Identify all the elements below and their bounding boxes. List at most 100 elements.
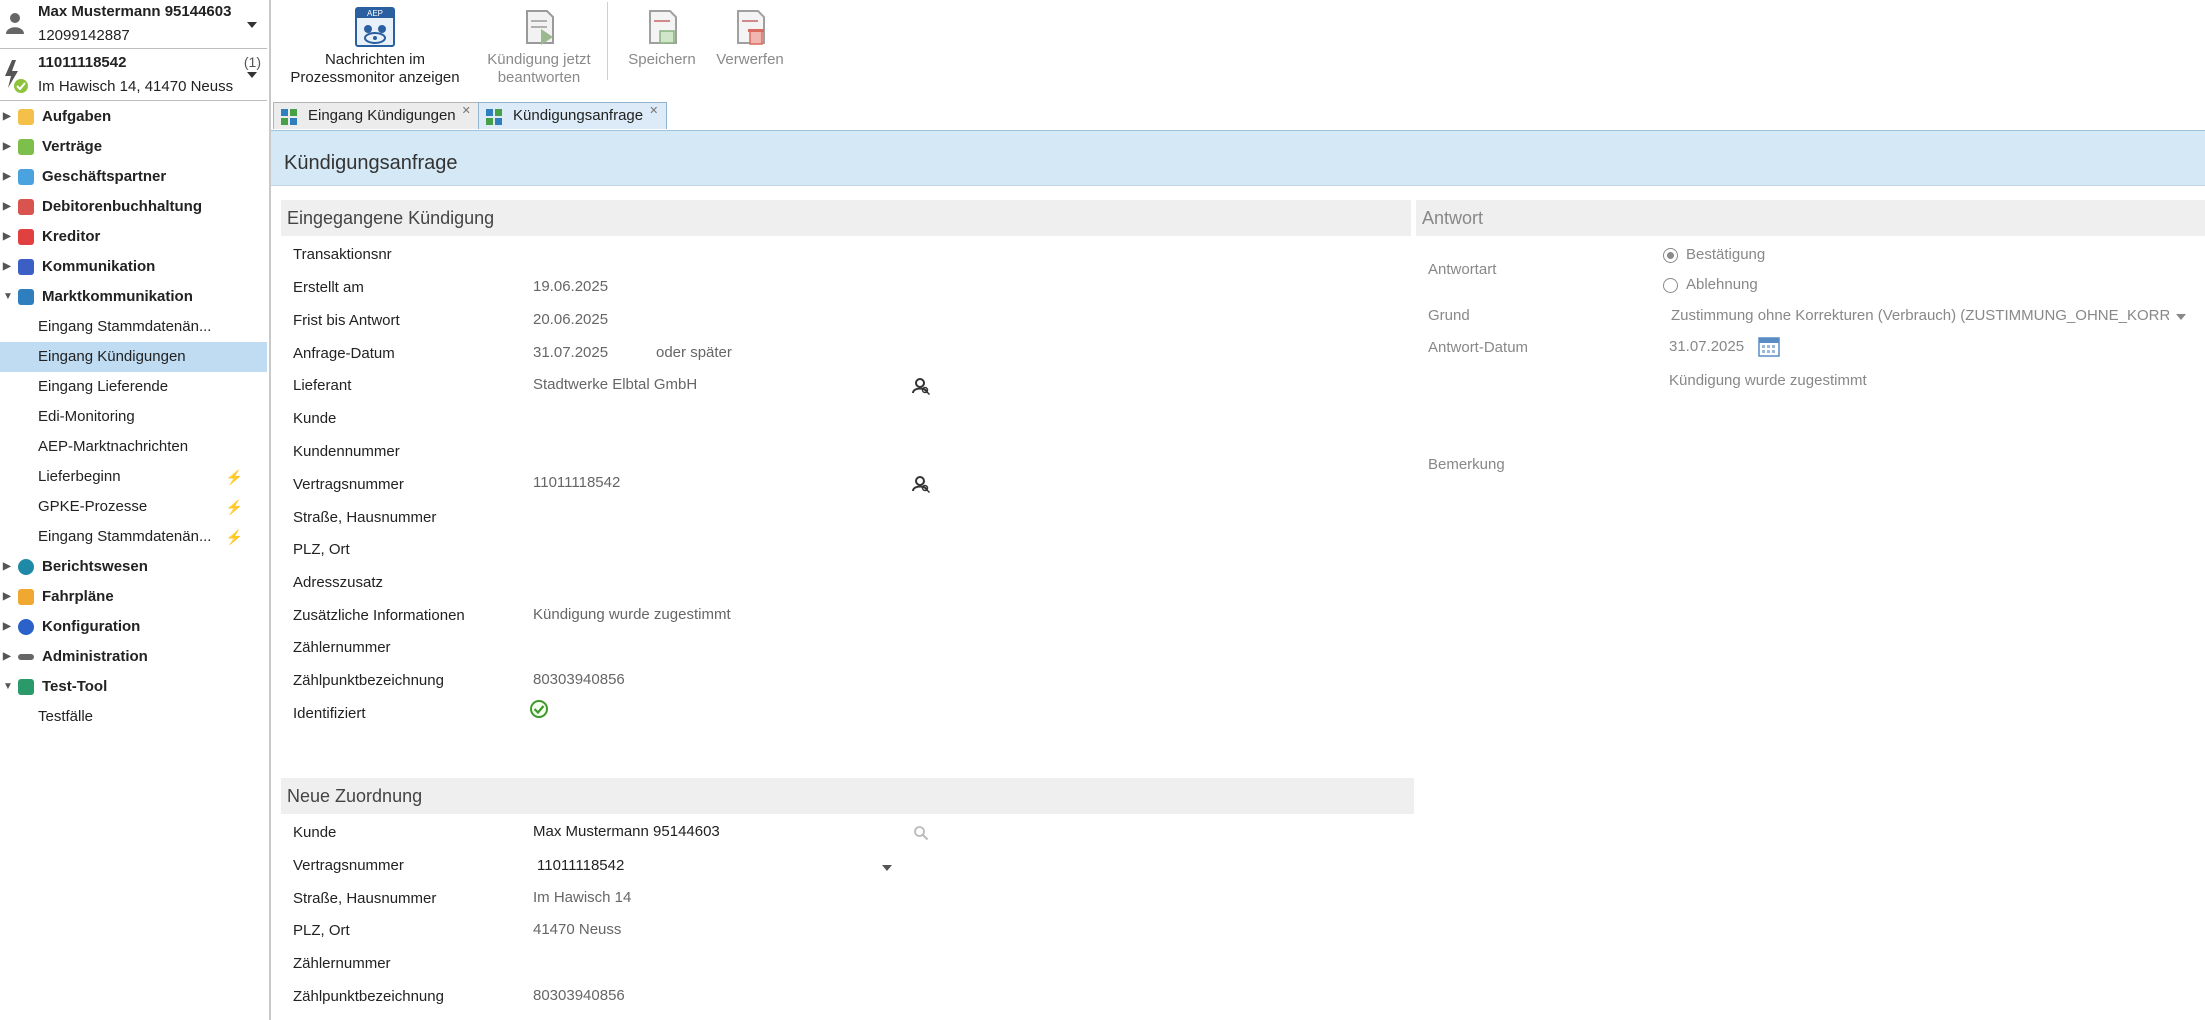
tab-kuendigungsanfrage[interactable]: Kündigungsanfrage ✕ — [478, 102, 668, 129]
label-zaehlpunktbezeichnung: Zählpunktbezeichnung — [293, 672, 444, 689]
nav-fahrplaene[interactable]: ▶ Fahrpläne — [0, 582, 267, 612]
nav-label: Debitorenbuchhaltung — [42, 198, 202, 215]
user-id: 12099142887 — [38, 27, 130, 44]
label-vertragsnummer: Vertragsnummer — [293, 476, 404, 493]
nav-vertraege[interactable]: ▶ Verträge — [0, 132, 267, 162]
label-antwortart: Antwortart — [1428, 261, 1497, 278]
nav-kreditor[interactable]: ▶ Kreditor — [0, 222, 267, 252]
answer-label-line1: Kündigung jetzt — [487, 51, 591, 68]
nav-label: Marktkommunikation — [42, 288, 193, 305]
nav-eingang-stammdaten-2[interactable]: Eingang Stammdatenän... ⚡ — [0, 522, 267, 552]
collapse-arrow-icon[interactable]: ▼ — [3, 282, 13, 312]
discard-button[interactable]: Verwerfen — [705, 0, 795, 98]
nav-label: Eingang Lieferende — [38, 378, 169, 395]
nav-edi-monitoring[interactable]: Edi-Monitoring — [0, 402, 267, 432]
save-document-icon — [642, 7, 682, 47]
market-communication-icon — [18, 289, 34, 305]
nav-eingang-lieferende[interactable]: Eingang Lieferende — [0, 372, 267, 402]
label-kunde: Kunde — [293, 410, 337, 427]
expand-arrow-icon[interactable]: ▶ — [3, 552, 11, 582]
expand-arrow-icon[interactable]: ▶ — [3, 102, 11, 132]
label-ablehnung[interactable]: Ablehnung — [1686, 276, 1758, 293]
section-answer-title: Antwort — [1416, 200, 2205, 236]
creditor-icon — [18, 229, 34, 245]
label-plz-ort: PLZ, Ort — [293, 541, 350, 558]
label-assign-plz-ort: PLZ, Ort — [293, 922, 350, 939]
nav-eingang-stammdaten[interactable]: Eingang Stammdatenän... — [0, 312, 267, 342]
check-circle-icon — [530, 700, 548, 718]
chevron-down-icon[interactable] — [882, 865, 892, 871]
nav-konfiguration[interactable]: ▶ Konfiguration — [0, 612, 267, 642]
expand-arrow-icon[interactable]: ▶ — [3, 192, 11, 222]
label-assign-strasse: Straße, Hausnummer — [293, 890, 437, 907]
collapse-arrow-icon[interactable]: ▼ — [3, 672, 13, 702]
value-assign-kunde[interactable]: Max Mustermann 95144603 — [533, 823, 720, 840]
accounts-receivable-icon — [18, 199, 34, 215]
expand-arrow-icon[interactable]: ▶ — [3, 252, 11, 282]
nav-eingang-kuendigungen[interactable]: Eingang Kündigungen — [0, 342, 267, 372]
tab-label: Kündigungsanfrage — [513, 107, 644, 124]
nav-label: AEP-Marktnachrichten — [38, 438, 189, 455]
label-anfrage-datum: Anfrage-Datum — [293, 345, 395, 362]
nav-geschaeftspartner[interactable]: ▶ Geschäftspartner — [0, 162, 267, 192]
nav-label: Testfälle — [38, 708, 94, 725]
section-received-title: Eingegangene Kündigung — [281, 200, 1411, 236]
gear-icon — [18, 619, 34, 635]
answer-cancellation-button[interactable]: Kündigung jetzt beantworten — [471, 0, 607, 98]
select-grund[interactable]: Zustimmung ohne Korrekturen (Verbrauch) … — [1671, 307, 2169, 324]
expand-arrow-icon[interactable]: ▶ — [3, 642, 11, 672]
nav-aufgaben[interactable]: ▶ Aufgaben — [0, 102, 267, 132]
monitor-label-line2: Prozessmonitor anzeigen — [290, 69, 460, 86]
label-zusaetzliche-informationen: Zusätzliche Informationen — [293, 607, 465, 624]
nav-marktkommunikation[interactable]: ▼ Marktkommunikation — [0, 282, 267, 312]
nav-label: Konfiguration — [42, 618, 141, 635]
market-communication-icon — [281, 109, 297, 125]
show-in-process-monitor-button[interactable]: AEP Nachrichten im Prozessmonitor anzeig… — [285, 0, 465, 98]
key-icon — [18, 654, 34, 660]
bemerkung-field[interactable] — [1669, 446, 2189, 526]
nav-test-tool[interactable]: ▼ Test-Tool — [0, 672, 267, 702]
save-button[interactable]: Speichern — [617, 0, 707, 98]
contract-address: Im Hawisch 14, 41470 Neuss — [38, 78, 234, 95]
chevron-down-icon[interactable] — [247, 22, 257, 28]
contract-count: (1) — [243, 54, 261, 70]
user-selector[interactable]: Max Mustermann 95144603 12099142887 — [0, 0, 267, 49]
business-partner-icon — [18, 169, 34, 185]
chevron-down-icon[interactable] — [247, 72, 257, 78]
calendar-icon[interactable] — [1758, 335, 1780, 357]
flask-icon — [18, 679, 34, 695]
expand-arrow-icon[interactable]: ▶ — [3, 612, 11, 642]
page-title: Kündigungsanfrage — [284, 152, 458, 174]
value-assign-vertragsnummer[interactable]: 11011118542 — [537, 857, 624, 874]
nav-debitorenbuchhaltung[interactable]: ▶ Debitorenbuchhaltung — [0, 192, 267, 222]
close-icon[interactable]: ✕ — [462, 105, 471, 117]
person-search-icon[interactable] — [912, 377, 930, 395]
page-header: Kündigungsanfrage — [271, 131, 2205, 186]
radio-ablehnung[interactable] — [1663, 278, 1678, 293]
expand-arrow-icon[interactable]: ▶ — [3, 162, 11, 192]
label-assign-kunde: Kunde — [293, 824, 337, 841]
label-bestaetigung[interactable]: Bestätigung — [1686, 246, 1765, 263]
nav-kommunikation[interactable]: ▶ Kommunikation — [0, 252, 267, 282]
value-antwort-datum[interactable]: 31.07.2025 — [1669, 338, 1744, 355]
tab-eingang-kuendigungen[interactable]: Eingang Kündigungen ✕ — [273, 102, 480, 129]
expand-arrow-icon[interactable]: ▶ — [3, 222, 11, 252]
nav-testfaelle[interactable]: Testfälle — [0, 702, 267, 732]
expand-arrow-icon[interactable]: ▶ — [3, 582, 11, 612]
contract-selector[interactable]: 11011118542 (1) Im Hawisch 14, 41470 Neu… — [0, 50, 267, 101]
main-panel: Kündigungsanfrage Eingegangene Kündigung… — [271, 131, 2205, 1020]
nav-gpke-prozesse[interactable]: GPKE-Prozesse ⚡ — [0, 492, 267, 522]
radio-bestaetigung[interactable] — [1663, 248, 1678, 263]
nav-berichtswesen[interactable]: ▶ Berichtswesen — [0, 552, 267, 582]
person-search-icon[interactable] — [912, 475, 930, 493]
expand-arrow-icon[interactable]: ▶ — [3, 132, 11, 162]
nav-aep-marktnachrichten[interactable]: AEP-Marktnachrichten — [0, 432, 267, 462]
energy-contract-icon — [5, 60, 28, 93]
chevron-down-icon[interactable] — [2176, 314, 2186, 320]
nav-lieferbeginn[interactable]: Lieferbeginn ⚡ — [0, 462, 267, 492]
close-icon[interactable]: ✕ — [649, 105, 658, 117]
person-icon — [6, 13, 24, 34]
search-icon[interactable] — [913, 825, 929, 841]
nav-administration[interactable]: ▶ Administration — [0, 642, 267, 672]
save-label: Speichern — [628, 51, 696, 68]
